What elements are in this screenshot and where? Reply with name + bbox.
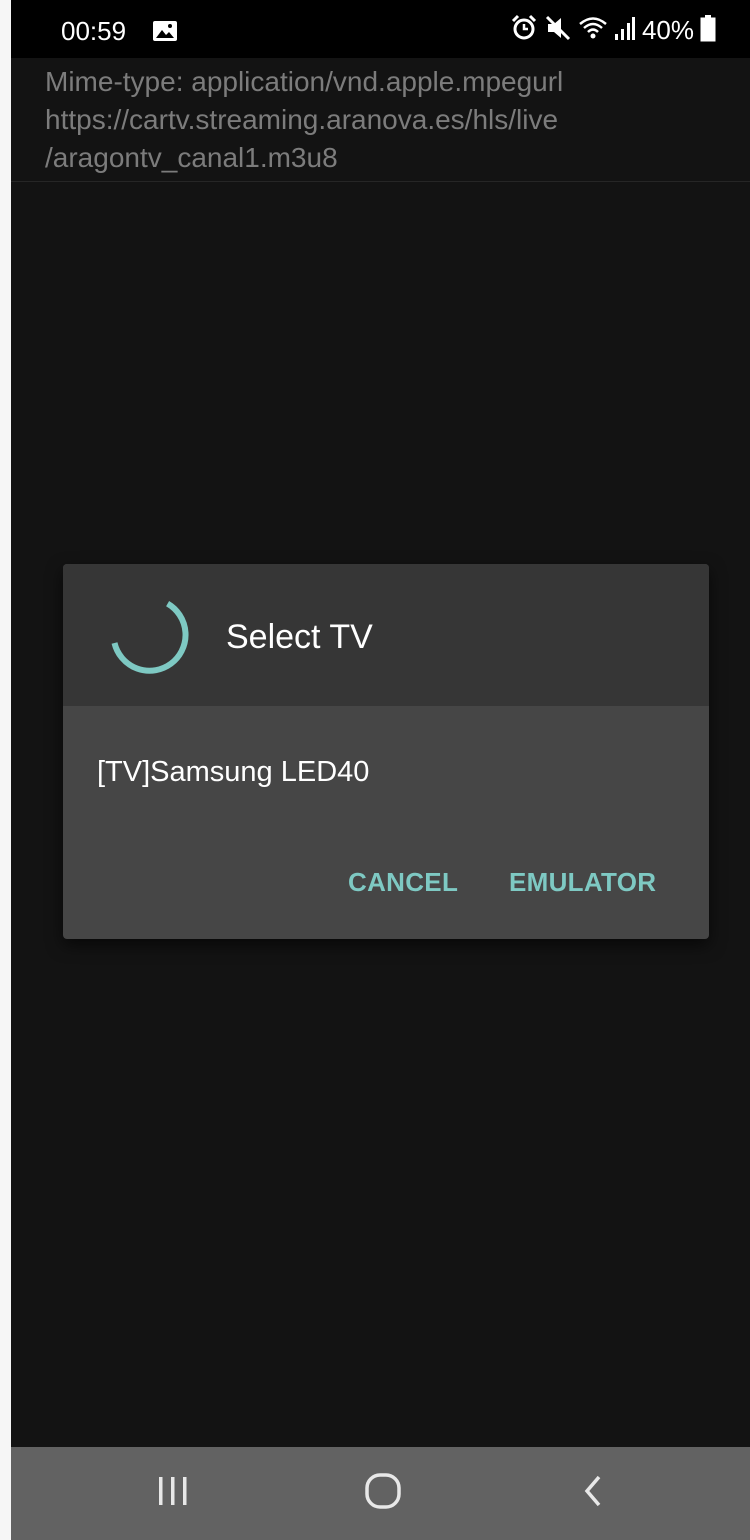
recents-icon xyxy=(156,1475,190,1512)
alarm-icon xyxy=(510,14,538,47)
navigation-bar xyxy=(11,1447,750,1540)
stream-url-text-continued: /aragontv_canal1.m3u8 xyxy=(45,142,338,173)
back-icon xyxy=(580,1474,606,1513)
status-icons: 40% xyxy=(510,14,716,46)
select-tv-dialog: Select TV [TV]Samsung LED40 CANCEL EMULA… xyxy=(63,564,709,939)
app-screen: 00:59 40% Mime-type: application/vnd.app… xyxy=(11,0,750,1540)
signal-icon xyxy=(614,15,636,46)
status-time: 00:59 xyxy=(61,16,127,46)
recents-button[interactable] xyxy=(113,1447,233,1540)
dialog-header: Select TV xyxy=(63,564,709,706)
home-icon xyxy=(364,1472,402,1515)
cancel-button[interactable]: CANCEL xyxy=(348,858,458,906)
mute-icon xyxy=(544,14,572,47)
media-info: Mime-type: application/vnd.apple.mpegurl… xyxy=(11,58,750,182)
stream-url-text: https://cartv.streaming.aranova.es/hls/l… xyxy=(45,104,559,135)
home-button[interactable] xyxy=(323,1447,443,1540)
back-button[interactable] xyxy=(533,1447,653,1540)
battery-icon xyxy=(700,14,716,47)
dialog-title: Select TV xyxy=(226,618,373,656)
mime-type-text: Mime-type: application/vnd.apple.mpegurl xyxy=(45,66,564,97)
loading-spinner-icon xyxy=(105,592,195,687)
device-list-item[interactable]: [TV]Samsung LED40 xyxy=(63,738,709,808)
status-bar: 00:59 40% xyxy=(11,0,750,58)
device-label: [TV]Samsung LED40 xyxy=(97,756,370,788)
gallery-icon xyxy=(152,20,178,47)
wifi-icon xyxy=(578,15,608,46)
emulator-button[interactable]: EMULATOR xyxy=(509,858,656,906)
battery-percent: 40% xyxy=(641,14,694,45)
